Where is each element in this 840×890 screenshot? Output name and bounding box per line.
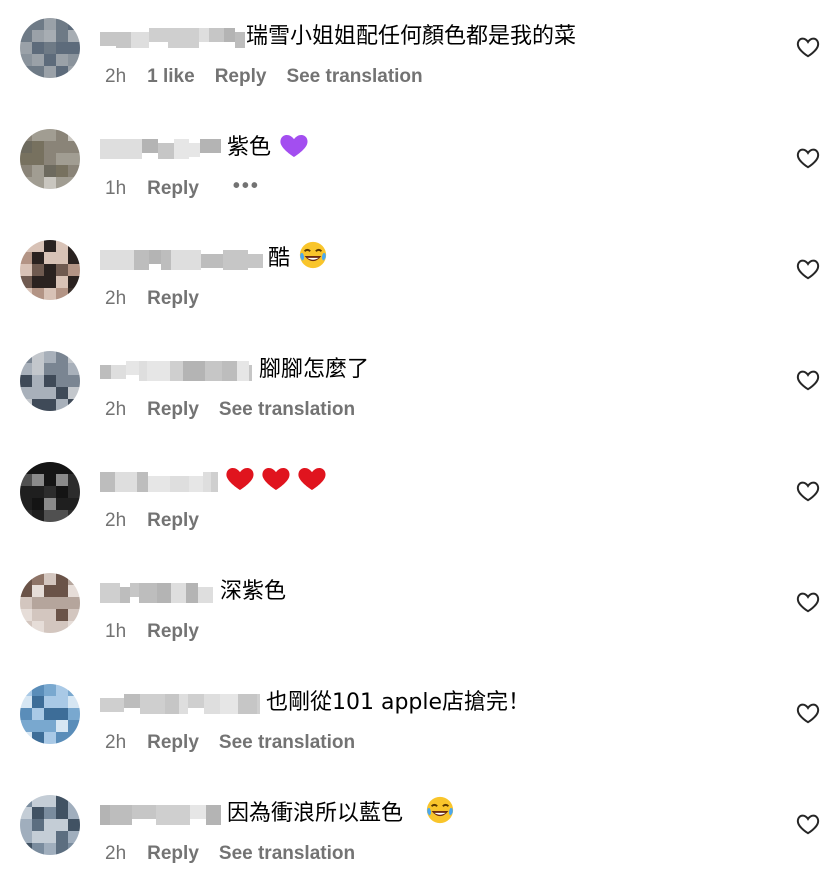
- like-heart-icon[interactable]: [796, 480, 820, 502]
- comment-meta: 2h Reply: [105, 288, 219, 310]
- username-blurred[interactable]: [100, 28, 245, 48]
- comment-time: 2h: [105, 288, 127, 309]
- avatar[interactable]: [20, 351, 80, 411]
- username-blurred[interactable]: [100, 472, 218, 492]
- like-heart-icon[interactable]: [796, 702, 820, 724]
- comment-time: 2h: [105, 510, 127, 531]
- comment-meta: 2h Reply See translation: [105, 732, 375, 754]
- laughing-tears-icon: [298, 240, 328, 274]
- comment-emoji-group: [423, 795, 455, 831]
- comment-time: 2h: [105, 843, 127, 864]
- avatar[interactable]: [20, 240, 80, 300]
- like-heart-icon[interactable]: [796, 369, 820, 391]
- reply-button[interactable]: Reply: [147, 510, 199, 532]
- comment-time: 1h: [105, 178, 127, 199]
- username-blurred[interactable]: [100, 250, 263, 270]
- like-heart-icon[interactable]: [796, 591, 820, 613]
- comment-item: 紫色 1h Reply •••: [0, 111, 840, 222]
- comment-text: 因為衝浪所以藍色: [227, 801, 404, 826]
- comment-time: 1h: [105, 621, 127, 642]
- comment-meta: 2h Reply See translation: [105, 843, 375, 865]
- reply-button[interactable]: Reply: [147, 732, 199, 754]
- comment-meta: 1h Reply: [105, 621, 219, 643]
- avatar[interactable]: [20, 573, 80, 633]
- comment-text: 深紫色: [220, 579, 287, 604]
- comment-item: 瑞雪小姐姐配任何顏色都是我的菜 2h 1 like Reply See translat…: [0, 0, 840, 111]
- like-heart-icon[interactable]: [796, 36, 820, 58]
- comment-item: 也剛從101 apple店搶完！ 2h Reply See translation: [0, 666, 840, 777]
- comment-meta: 1h Reply •••: [105, 175, 280, 200]
- avatar[interactable]: [20, 795, 80, 855]
- comment-text: 瑞雪小姐姐配任何顏色都是我的菜: [246, 24, 577, 49]
- see-translation-button[interactable]: See translation: [219, 399, 355, 421]
- red-heart-icon: [296, 462, 328, 498]
- reply-button[interactable]: Reply: [147, 288, 199, 310]
- reply-button[interactable]: Reply: [215, 66, 267, 88]
- likes-count[interactable]: 1 like: [147, 66, 195, 88]
- avatar[interactable]: [20, 684, 80, 744]
- comment-text: 酷: [268, 246, 291, 271]
- reply-button[interactable]: Reply: [147, 399, 199, 421]
- see-translation-button[interactable]: See translation: [286, 66, 422, 88]
- purple-heart-icon: [278, 129, 310, 165]
- comment-time: 2h: [105, 732, 127, 753]
- like-heart-icon[interactable]: [796, 147, 820, 169]
- comment-time: 2h: [105, 66, 127, 87]
- username-blurred[interactable]: [100, 361, 252, 381]
- like-heart-icon[interactable]: [796, 258, 820, 280]
- laughing-tears-icon: [425, 795, 455, 829]
- reply-button[interactable]: Reply: [147, 621, 199, 643]
- comment-meta: 2h 1 like Reply See translation: [105, 66, 443, 88]
- reply-button[interactable]: Reply: [147, 843, 199, 865]
- username-blurred[interactable]: [100, 139, 221, 159]
- more-options-icon[interactable]: •••: [233, 175, 260, 198]
- comment-text: 腳腳怎麼了: [259, 357, 370, 382]
- username-blurred[interactable]: [100, 805, 221, 825]
- see-translation-button[interactable]: See translation: [219, 732, 355, 754]
- username-blurred[interactable]: [100, 583, 213, 603]
- avatar[interactable]: [20, 18, 80, 78]
- comment-emoji-group: [296, 240, 328, 276]
- avatar[interactable]: [20, 462, 80, 522]
- comment-time: 2h: [105, 399, 127, 420]
- like-heart-icon[interactable]: [796, 813, 820, 835]
- comment-meta: 2h Reply See translation: [105, 399, 375, 421]
- comment-item: 深紫色 1h Reply: [0, 555, 840, 666]
- reply-button[interactable]: Reply: [147, 178, 199, 200]
- comment-item: 2h Reply: [0, 444, 840, 555]
- comment-text: 紫色: [227, 135, 272, 160]
- comment-emoji-group: [276, 131, 310, 167]
- red-heart-icon: [260, 462, 292, 498]
- username-blurred[interactable]: [100, 694, 260, 714]
- see-translation-button[interactable]: See translation: [219, 843, 355, 865]
- comment-meta: 2h Reply: [105, 510, 219, 532]
- avatar[interactable]: [20, 129, 80, 189]
- comment-emoji-group: [222, 464, 330, 500]
- comment-item: 腳腳怎麼了 2h Reply See translation: [0, 333, 840, 444]
- comment-item: 因為衝浪所以藍色 2h Reply See translation: [0, 777, 840, 888]
- red-heart-icon: [224, 462, 256, 498]
- comment-item: 酷 2h Reply: [0, 222, 840, 333]
- comment-text: 也剛從101 apple店搶完！: [266, 690, 531, 715]
